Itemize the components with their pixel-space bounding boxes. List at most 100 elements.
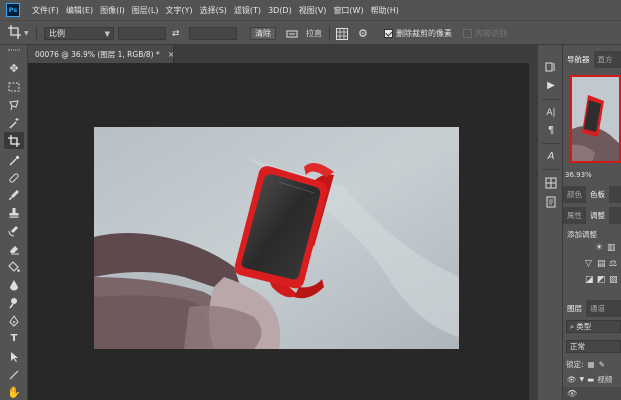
overlay-grid-icon[interactable] — [336, 27, 348, 40]
tab-histogram[interactable]: 直方 — [594, 51, 617, 68]
panel-collapse-strip[interactable] — [529, 45, 537, 400]
glyphs-icon[interactable]: A — [543, 149, 559, 164]
threshold-icon[interactable]: ▨ — [609, 275, 618, 285]
tab-navigator[interactable]: 导航器 — [563, 51, 594, 68]
crop-icon — [8, 25, 22, 42]
content-aware-option[interactable]: 内容识别 — [463, 27, 507, 40]
play-actions-icon[interactable]: ▶ — [543, 78, 559, 93]
delete-cropped-checkbox[interactable] — [384, 29, 393, 38]
path-selection-tool-icon[interactable] — [4, 348, 24, 365]
eye-icon[interactable]: 👁 — [567, 389, 577, 398]
marquee-tool-icon[interactable] — [4, 78, 24, 95]
clear-button[interactable]: 清除 — [250, 27, 276, 40]
lasso-tool-icon[interactable] — [4, 96, 24, 113]
content-aware-label: 内容识别 — [475, 29, 507, 38]
magic-wand-tool-icon[interactable] — [4, 114, 24, 131]
ratio-height-field[interactable] — [189, 27, 237, 40]
navigator-view-box[interactable] — [570, 75, 621, 163]
close-icon[interactable]: × — [168, 50, 175, 59]
eye-icon[interactable]: 👁 — [567, 375, 577, 384]
history-brush-tool-icon[interactable] — [4, 222, 24, 239]
photo-smartband-on-hand — [94, 127, 459, 349]
adjustments-title: 添加调整 — [567, 230, 597, 239]
tab-layers[interactable]: 图层 — [563, 300, 586, 317]
tab-swatches[interactable]: 色板 — [586, 186, 609, 203]
tab-color[interactable]: 颜色 — [563, 186, 586, 203]
tab-channels[interactable]: 通道 — [586, 300, 609, 317]
layer-group-row[interactable]: 👁 ▼ ▬ 视频 — [563, 372, 621, 386]
hue-saturation-icon[interactable]: ▤ — [597, 259, 606, 269]
content-aware-checkbox[interactable] — [463, 29, 472, 38]
panel-grip[interactable] — [8, 49, 20, 51]
divider — [329, 26, 330, 41]
posterize-icon[interactable]: ◩ — [597, 275, 606, 285]
layer-kind-filter[interactable]: ⌕ 类型 — [566, 320, 621, 333]
dodge-tool-icon[interactable] — [4, 294, 24, 311]
lock-paint-icon[interactable]: ✎ — [599, 360, 605, 369]
settings-gear-icon[interactable]: ⚙ — [358, 27, 368, 40]
ratio-select[interactable]: 比例 ▼ — [44, 27, 114, 40]
document-image[interactable] — [94, 127, 459, 349]
straighten-button[interactable]: 拉直 — [306, 27, 322, 40]
layers-tabs: 图层 通道 — [563, 300, 621, 317]
eyedropper-tool-icon[interactable] — [4, 152, 24, 169]
move-tool-icon[interactable]: ✥ — [4, 60, 24, 77]
navigator-zoom-value[interactable]: 36.93% — [565, 171, 592, 179]
menu-3d[interactable]: 3D(D) — [268, 6, 292, 15]
clone-stamp-tool-icon[interactable] — [4, 204, 24, 221]
lock-row: 锁定: ▦ ✎ — [566, 359, 605, 370]
canvas-area[interactable] — [28, 63, 529, 400]
brush-tool-icon[interactable] — [4, 186, 24, 203]
options-bar: ▼ 比例 ▼ ⇄ 清除 拉直 ⚙ 删除裁剪的像素 内容识别 — [0, 20, 621, 45]
eraser-tool-icon[interactable] — [4, 240, 24, 257]
color-balance-icon[interactable]: ⚖ — [609, 259, 617, 269]
menu-layer[interactable]: 图层(L) — [132, 5, 159, 16]
navigator-preview[interactable] — [570, 75, 621, 163]
crop-tool-icon[interactable] — [4, 132, 24, 149]
lock-transparent-icon[interactable]: ▦ — [588, 360, 595, 369]
crop-tool-preset-picker[interactable]: ▼ — [8, 25, 29, 42]
layer-row[interactable]: 👁 — [563, 387, 621, 400]
menu-window[interactable]: 窗口(W) — [333, 5, 363, 16]
photoshop-logo-icon: Ps — [6, 3, 20, 17]
blend-mode-select[interactable]: 正常 — [566, 340, 621, 353]
delete-cropped-pixels-option[interactable]: 删除裁剪的像素 — [384, 27, 452, 40]
healing-brush-tool-icon[interactable] — [4, 169, 24, 186]
menu-bar: Ps 文件(F) 编辑(E) 图像(I) 图层(L) 文字(Y) 选择(S) 滤… — [0, 0, 621, 20]
history-icon[interactable] — [543, 59, 559, 74]
document-tab-bar: 00076 @ 36.9% (图层 1, RGB/8) * × — [28, 45, 529, 63]
paint-bucket-tool-icon[interactable] — [4, 258, 24, 275]
pen-tool-icon[interactable] — [4, 312, 24, 329]
blur-tool-icon[interactable] — [4, 276, 24, 293]
swap-icon[interactable]: ⇄ — [172, 27, 180, 40]
straighten-icon[interactable] — [286, 27, 298, 40]
vibrance-icon[interactable]: ▽ — [585, 259, 592, 269]
document-tab[interactable]: 00076 @ 36.9% (图层 1, RGB/8) * × — [28, 45, 174, 63]
line-tool-icon[interactable] — [4, 366, 24, 383]
hand-tool-icon[interactable]: ✋ — [4, 384, 24, 400]
menu-view[interactable]: 视图(V) — [299, 5, 327, 16]
blend-mode-value: 正常 — [570, 342, 585, 351]
paragraph-icon[interactable]: ¶ — [543, 123, 559, 138]
menu-type[interactable]: 文字(Y) — [165, 5, 192, 16]
notes-icon[interactable] — [543, 194, 559, 209]
type-tool-icon[interactable]: T — [4, 330, 24, 347]
divider — [542, 99, 560, 100]
menu-help[interactable]: 帮助(H) — [371, 5, 399, 16]
libraries-icon[interactable] — [543, 175, 559, 190]
menu-image[interactable]: 图像(I) — [100, 5, 125, 16]
document-title: 00076 @ 36.9% (图层 1, RGB/8) * — [35, 49, 160, 59]
character-icon[interactable]: A| — [543, 105, 559, 120]
menu-edit[interactable]: 编辑(E) — [66, 5, 93, 16]
invert-icon[interactable]: ◪ — [585, 275, 594, 285]
brightness-contrast-icon[interactable]: ☀ — [595, 243, 603, 253]
chevron-down-icon[interactable]: ▼ — [580, 376, 585, 383]
tab-adjustments[interactable]: 调整 — [586, 207, 609, 224]
menu-file[interactable]: 文件(F) — [32, 5, 59, 16]
tab-properties[interactable]: 属性 — [563, 207, 586, 224]
ratio-width-field[interactable] — [118, 27, 166, 40]
layer-kind-value: 类型 — [576, 322, 592, 331]
menu-select[interactable]: 选择(S) — [200, 5, 227, 16]
levels-icon[interactable]: ▥ — [607, 243, 616, 253]
menu-filter[interactable]: 滤镜(T) — [234, 5, 261, 16]
